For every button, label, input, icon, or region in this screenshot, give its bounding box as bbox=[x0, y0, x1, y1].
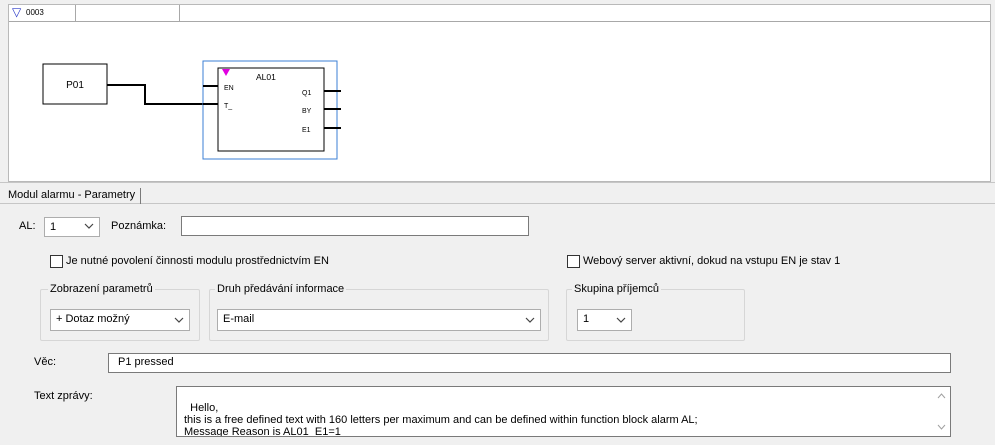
scroll-down-icon[interactable] bbox=[937, 424, 946, 430]
subject-input[interactable]: P1 pressed bbox=[108, 353, 951, 373]
pin-label-by: BY bbox=[302, 108, 312, 115]
subject-label: Věc: bbox=[34, 356, 57, 368]
pin-label-en: EN bbox=[224, 85, 234, 92]
panel-tab-bar: Modul alarmu - Parametry bbox=[0, 182, 995, 204]
rung-header-cell-number[interactable]: ▽ 0003 bbox=[9, 5, 76, 21]
enable-checkbox[interactable] bbox=[50, 255, 63, 268]
display-params-title: Zobrazení parametrů bbox=[48, 283, 155, 296]
delivery-type-group: Druh předávání informace E-mail bbox=[209, 283, 549, 341]
delivery-type-select[interactable]: E-mail bbox=[217, 309, 541, 331]
chevron-down-icon bbox=[616, 317, 626, 323]
tab-alarm-parameters[interactable]: Modul alarmu - Parametry bbox=[8, 188, 142, 204]
al-label: AL: bbox=[19, 220, 36, 232]
enable-checkbox-label[interactable]: Je nutné povolení činnosti modulu prostř… bbox=[66, 255, 329, 268]
alarm-block-name: AL01 bbox=[256, 72, 276, 82]
delivery-type-value: E-mail bbox=[223, 313, 255, 325]
display-params-value: + Dotaz možný bbox=[56, 313, 130, 325]
note-label: Poznámka: bbox=[111, 220, 167, 232]
message-scrollbar[interactable] bbox=[933, 387, 950, 436]
collapse-triangle-icon[interactable]: ▽ bbox=[12, 5, 21, 20]
recipients-value: 1 bbox=[583, 313, 590, 325]
webserver-checkbox-label[interactable]: Webový server aktivní, dokud na vstupu E… bbox=[583, 255, 840, 268]
delivery-type-title: Druh předávání informace bbox=[215, 283, 347, 296]
pin-label-q1: Q1 bbox=[302, 90, 311, 97]
ladder-diagram[interactable]: ▽ 0003 P01 AL01 EN T_ Q1 BY E1 bbox=[8, 4, 991, 182]
pin-label-e1: E1 bbox=[302, 127, 311, 134]
display-params-select[interactable]: + Dotaz možný bbox=[50, 309, 190, 331]
display-params-group: Zobrazení parametrů + Dotaz možný bbox=[40, 283, 200, 341]
pin-label-t: T_ bbox=[224, 103, 232, 110]
recipients-group: Skupina příjemců 1 bbox=[566, 283, 745, 341]
diagram-canvas: P01 AL01 EN T_ Q1 BY E1 bbox=[42, 60, 341, 160]
chevron-down-icon bbox=[525, 317, 535, 323]
recipients-select[interactable]: 1 bbox=[577, 309, 632, 331]
input-block-label: P01 bbox=[66, 80, 84, 91]
scroll-up-icon[interactable] bbox=[937, 393, 946, 399]
rung-header-cell-comment[interactable] bbox=[76, 5, 180, 21]
al-select[interactable]: 1 bbox=[44, 217, 100, 237]
chevron-down-icon bbox=[84, 223, 94, 229]
rung-header: ▽ 0003 bbox=[9, 5, 990, 22]
recipients-title: Skupina příjemců bbox=[572, 283, 661, 296]
message-textarea[interactable]: Hello, this is a free defined text with … bbox=[176, 386, 951, 437]
wire-p01-to-alarm bbox=[107, 84, 203, 105]
al-select-value: 1 bbox=[50, 221, 57, 233]
chevron-down-icon bbox=[174, 317, 184, 323]
message-text: Hello, this is a free defined text with … bbox=[184, 402, 698, 437]
message-label: Text zprávy: bbox=[34, 390, 93, 402]
note-input[interactable] bbox=[181, 216, 529, 236]
webserver-checkbox[interactable] bbox=[567, 255, 580, 268]
rung-number: 0003 bbox=[26, 8, 44, 17]
